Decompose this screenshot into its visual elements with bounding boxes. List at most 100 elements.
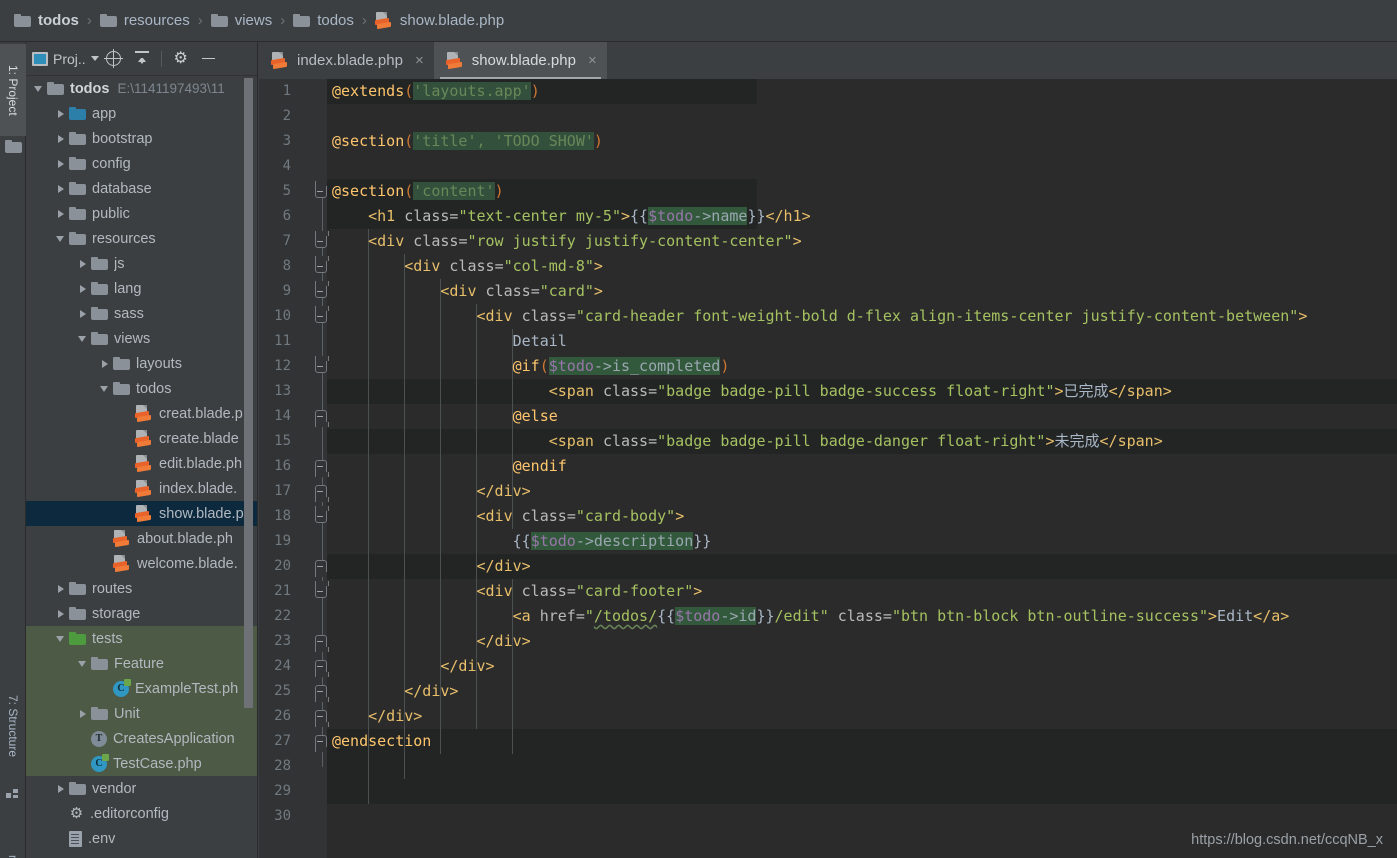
fold-expanded-icon[interactable] [314,231,329,248]
code-line[interactable]: @if($todo->is_completed) [327,354,1397,379]
locate-file-button[interactable] [101,46,127,72]
fold-expanded-icon[interactable] [314,181,329,198]
code-line[interactable]: @endsection [327,729,1397,754]
chevron-right-icon[interactable] [54,107,67,120]
project-view-selector[interactable]: Proj.. [32,51,99,67]
code-line[interactable]: <div class="card-header font-weight-bold… [327,304,1397,329]
fold-end-icon[interactable] [314,560,329,577]
tree-item-resources[interactable]: resources [26,226,257,251]
tree-item-welcome-blade-[interactable]: welcome.blade. [26,551,257,576]
fold-expanded-icon[interactable] [314,306,329,323]
chevron-right-icon[interactable] [54,132,67,145]
fold-expanded-icon[interactable] [314,256,329,273]
fold-expanded-icon[interactable] [314,356,329,373]
chevron-right-icon[interactable] [76,257,89,270]
chevron-down-icon[interactable] [54,232,67,245]
code-line[interactable]: <div class="card"> [327,279,1397,304]
chevron-down-icon[interactable] [32,82,45,95]
fold-expanded-icon[interactable] [314,281,329,298]
chevron-right-icon[interactable] [54,782,67,795]
chevron-right-icon[interactable] [54,182,67,195]
chevron-right-icon[interactable] [76,707,89,720]
tree-item-routes[interactable]: routes [26,576,257,601]
tree-item-views[interactable]: views [26,326,257,351]
tree-item-public[interactable]: public [26,201,257,226]
breadcrumb-item-resources[interactable]: resources [99,12,190,29]
code-line[interactable]: </div> [327,479,1397,504]
panel-settings-button[interactable]: ⚙ [168,46,194,72]
tree-item-tests[interactable]: tests [26,626,257,651]
tree-item-todos[interactable]: todos E:\1141197493\11 [26,76,257,101]
tree-item-about-blade-ph[interactable]: about.blade.ph [26,526,257,551]
collapse-all-button[interactable] [129,46,155,72]
chevron-right-icon[interactable] [76,282,89,295]
fold-end-icon[interactable] [314,735,329,752]
tree-item-app[interactable]: app [26,101,257,126]
fold-end-icon[interactable] [314,485,329,502]
chevron-down-icon[interactable] [76,332,89,345]
code-line[interactable]: <div class="row justify justify-content-… [327,229,1397,254]
code-line[interactable]: </div> [327,554,1397,579]
tree-item-storage[interactable]: storage [26,601,257,626]
chevron-right-icon[interactable] [54,207,67,220]
code-line[interactable]: @section('content') [327,179,1397,204]
code-line[interactable]: <div class="card-body"> [327,504,1397,529]
tree-item-todos[interactable]: todos [26,376,257,401]
fold-end-icon[interactable] [314,635,329,652]
tree-item-bootstrap[interactable]: bootstrap [26,126,257,151]
code-line[interactable]: {{$todo->description}} [327,529,1397,554]
breadcrumb-item-views[interactable]: views [210,12,272,29]
code-line[interactable]: <span class="badge badge-pill badge-succ… [327,379,1397,404]
tree-item-show-blade-p[interactable]: show.blade.p [26,501,257,526]
code-folding-column[interactable] [314,79,329,858]
tree-item-create-blade[interactable]: create.blade [26,426,257,451]
tree-item-index-blade-[interactable]: index.blade. [26,476,257,501]
chevron-right-icon[interactable] [54,157,67,170]
code-line[interactable] [327,104,1397,129]
code-line[interactable] [327,804,1397,829]
code-line[interactable]: </div> [327,629,1397,654]
project-panel-scrollbar[interactable] [244,78,253,708]
tree-item-layouts[interactable]: layouts [26,351,257,376]
editor-tab-show-blade-php[interactable]: show.blade.php × [433,42,607,79]
tree-item--editorconfig[interactable]: ⚙ .editorconfig [26,801,257,826]
code-line[interactable]: </div> [327,654,1397,679]
close-icon[interactable]: × [588,52,597,69]
code-line[interactable]: <a href="/todos/{{$todo->id}}/edit" clas… [327,604,1397,629]
tree-item-testcase-php[interactable]: C TestCase.php [26,751,257,776]
tool-button-project[interactable]: 1: Project [0,44,26,136]
fold-end-icon[interactable] [314,685,329,702]
code-line[interactable]: @else [327,404,1397,429]
tree-item-config[interactable]: config [26,151,257,176]
fold-end-icon[interactable] [314,660,329,677]
code-line[interactable]: <div class="col-md-8"> [327,254,1397,279]
tool-button-structure[interactable]: 7: Structure [0,670,26,782]
tree-item-exampletest-ph[interactable]: C ExampleTest.ph [26,676,257,701]
code-content[interactable]: @extends('layouts.app') @section('title'… [327,79,1397,858]
fold-expanded-icon[interactable] [314,506,329,523]
chevron-right-icon[interactable] [54,607,67,620]
tree-item-sass[interactable]: sass [26,301,257,326]
code-line[interactable]: </div> [327,704,1397,729]
tool-button-favorites[interactable]: rites [0,832,26,858]
tree-item-vendor[interactable]: vendor [26,776,257,801]
fold-end-icon[interactable] [314,410,329,427]
hide-panel-button[interactable] [196,46,222,72]
code-line[interactable]: @endif [327,454,1397,479]
breadcrumb-item-show-blade-php[interactable]: show.blade.php [374,12,504,30]
code-line[interactable]: <div class="card-footer"> [327,579,1397,604]
chevron-down-icon[interactable] [54,632,67,645]
code-line[interactable] [327,779,1397,804]
chevron-down-icon[interactable] [98,382,111,395]
code-line[interactable]: <h1 class="text-center my-5">{{$todo->na… [327,204,1397,229]
tree-item-createsapplication[interactable]: T CreatesApplication [26,726,257,751]
fold-expanded-icon[interactable] [314,581,329,598]
code-line[interactable] [327,754,1397,779]
tree-item-lang[interactable]: lang [26,276,257,301]
fold-end-icon[interactable] [314,460,329,477]
tree-item-edit-blade-ph[interactable]: edit.blade.ph [26,451,257,476]
code-line[interactable]: </div> [327,679,1397,704]
tree-item-js[interactable]: js [26,251,257,276]
editor-tab-index-blade-php[interactable]: index.blade.php × [259,42,434,79]
code-line[interactable]: Detail [327,329,1397,354]
